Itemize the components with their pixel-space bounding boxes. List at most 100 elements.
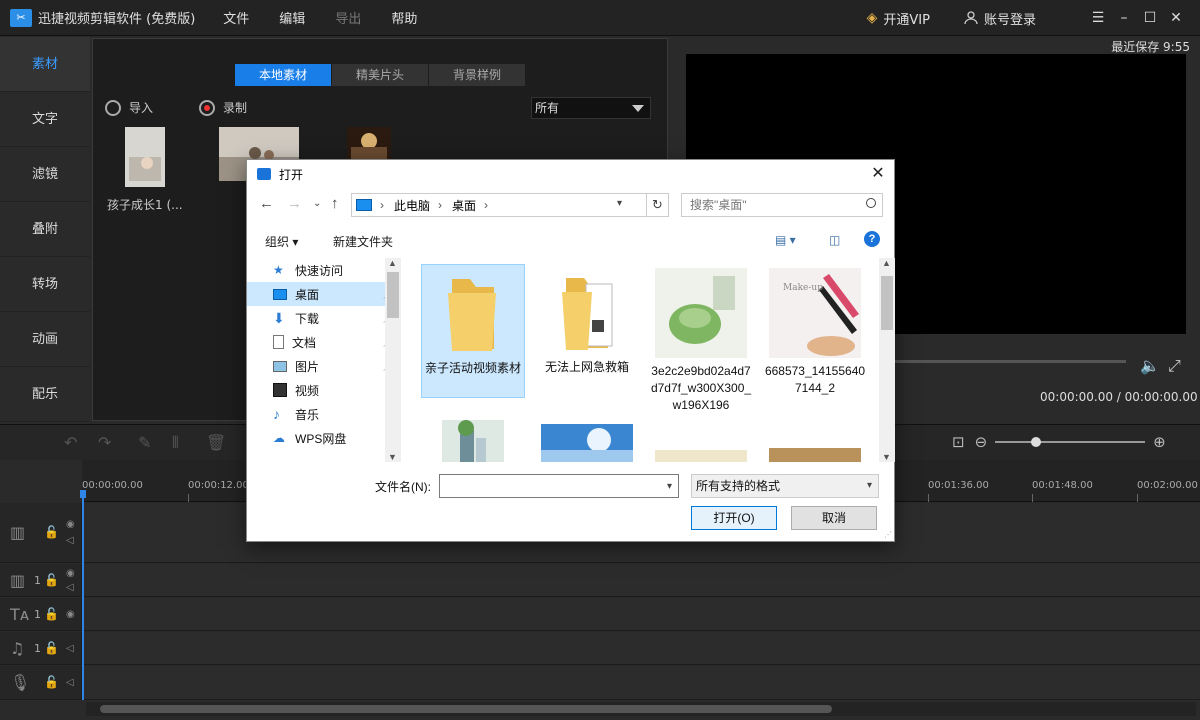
file-item[interactable]: 3e2c2e9bd02a4d7d7d7f_w300X300_w196X196: [649, 264, 753, 416]
scroll-down-icon[interactable]: ▼: [882, 452, 891, 462]
nav-documents[interactable]: 文档 📌: [247, 330, 401, 354]
track-voice[interactable]: 🎙 🔓 ◁: [0, 666, 1200, 700]
nav-scrollbar[interactable]: ▲ ▼: [385, 258, 401, 462]
recent-dropdown-icon[interactable]: ⌄: [313, 198, 321, 209]
close-icon[interactable]: ✕: [868, 164, 888, 184]
nav-downloads[interactable]: ⬇ 下载 📌: [247, 306, 401, 330]
lock-icon[interactable]: 🔓: [44, 607, 59, 621]
nav-item-transition[interactable]: 转场: [0, 257, 90, 312]
chevron-down-icon[interactable]: ▾: [617, 198, 622, 209]
help-icon[interactable]: ?: [864, 231, 880, 247]
breadcrumb-this-pc[interactable]: 此电脑: [394, 197, 430, 214]
filename-input[interactable]: ▾: [439, 474, 679, 498]
search-input[interactable]: 搜索"桌面": [681, 193, 883, 217]
lock-icon[interactable]: 🔓: [44, 573, 59, 587]
file-item[interactable]: [649, 450, 753, 462]
tab-local-material[interactable]: 本地素材: [235, 64, 331, 86]
redo-icon[interactable]: ↷: [98, 433, 111, 452]
zoom-slider[interactable]: [995, 437, 1146, 447]
maximize-icon[interactable]: ☐: [1138, 10, 1162, 26]
playhead[interactable]: [82, 492, 84, 700]
speaker-icon[interactable]: ◁: [66, 643, 74, 654]
forward-icon[interactable]: →: [287, 195, 302, 212]
file-item[interactable]: Make-up 668573_141556407144_2: [763, 264, 867, 398]
menu-lines-icon[interactable]: ☰: [1086, 10, 1110, 26]
timeline-scrollbar-thumb[interactable]: [100, 705, 832, 713]
lock-icon[interactable]: 🔓: [44, 675, 59, 689]
eye-icon[interactable]: ◉: [66, 609, 75, 620]
preview-pane-icon[interactable]: ◫: [829, 233, 840, 247]
lock-icon[interactable]: 🔓: [44, 641, 59, 655]
media-filter-select[interactable]: 所有: [531, 97, 651, 119]
file-item[interactable]: 亲子活动视频素材: [421, 264, 525, 398]
menu-file[interactable]: 文件: [223, 8, 249, 27]
nav-scrollbar-thumb[interactable]: [387, 272, 399, 318]
record-button[interactable]: 录制: [199, 99, 247, 116]
tab-intros[interactable]: 精美片头: [332, 64, 428, 86]
nav-item-text[interactable]: 文字: [0, 92, 90, 147]
organize-button[interactable]: 组织 ▾: [265, 233, 298, 250]
edit-icon[interactable]: ✎: [138, 433, 151, 452]
file-item[interactable]: [763, 448, 867, 462]
eye-icon[interactable]: ◉: [66, 519, 75, 530]
resize-grip-icon[interactable]: ⋰: [884, 530, 892, 539]
open-button[interactable]: 打开(O): [691, 506, 777, 530]
nav-videos[interactable]: 视频: [247, 378, 401, 402]
file-list-scrollbar-thumb[interactable]: [881, 276, 893, 330]
zoom-slider-knob[interactable]: [1031, 437, 1042, 447]
nav-item-music[interactable]: 配乐: [0, 367, 90, 422]
new-folder-button[interactable]: 新建文件夹: [333, 233, 393, 250]
nav-wps-cloud[interactable]: ☁ WPS网盘: [247, 426, 401, 450]
file-item[interactable]: 无法上网急救箱: [535, 264, 639, 398]
cancel-button[interactable]: 取消: [791, 506, 877, 530]
nav-music[interactable]: ♪ 音乐: [247, 402, 401, 426]
scroll-up-icon[interactable]: ▲: [388, 258, 397, 268]
chevron-down-icon[interactable]: ▾: [667, 481, 672, 492]
speaker-icon[interactable]: ◁: [66, 677, 74, 688]
menu-edit[interactable]: 编辑: [279, 8, 305, 27]
tab-backgrounds[interactable]: 背景样例: [429, 64, 525, 86]
media-item[interactable]: 孩子成长1 (...: [107, 127, 183, 213]
address-bar[interactable]: › 此电脑 › 桌面 › ▾: [351, 193, 647, 217]
delete-icon[interactable]: 🗑: [206, 433, 226, 452]
timeline-scrollbar[interactable]: [86, 702, 1196, 716]
back-icon[interactable]: ←: [259, 195, 274, 212]
refresh-icon[interactable]: ↻: [647, 193, 669, 217]
nav-desktop[interactable]: 桌面 📌: [247, 282, 401, 306]
file-list-scrollbar[interactable]: ▲ ▼: [879, 258, 895, 462]
file-item[interactable]: [535, 424, 639, 462]
zoom-in-icon[interactable]: ⊕: [1153, 433, 1166, 451]
zoom-out-icon[interactable]: ⊖: [975, 433, 988, 451]
volume-icon[interactable]: 🔈: [1140, 356, 1160, 375]
nav-item-animation[interactable]: 动画: [0, 312, 90, 367]
filetype-select[interactable]: 所有支持的格式 ▾: [691, 474, 879, 498]
track-music[interactable]: ♫ 1 🔓 ◁: [0, 632, 1200, 665]
nav-item-material[interactable]: 素材: [0, 37, 90, 92]
breadcrumb-desktop[interactable]: 桌面: [452, 197, 476, 214]
scroll-down-icon[interactable]: ▼: [388, 452, 397, 462]
speaker-icon[interactable]: ◁: [66, 582, 74, 593]
track-text[interactable]: Tᴀ 1 🔓 ◉: [0, 598, 1200, 631]
nav-quick-access[interactable]: ★ 快速访问: [247, 258, 401, 282]
fullscreen-icon[interactable]: ⤢: [1168, 356, 1181, 376]
undo-icon[interactable]: ↶: [64, 433, 77, 452]
eye-icon[interactable]: ◉: [66, 568, 75, 579]
login-button[interactable]: 账号登录: [964, 9, 1036, 28]
view-options-icon[interactable]: ▤ ▾: [775, 233, 796, 247]
menu-help[interactable]: 帮助: [391, 8, 417, 27]
close-icon[interactable]: ✕: [1164, 10, 1188, 26]
import-button[interactable]: 导入: [105, 99, 153, 116]
speaker-icon[interactable]: ◁: [66, 535, 74, 546]
nav-item-overlay[interactable]: 叠附: [0, 202, 90, 257]
nav-pictures[interactable]: 图片 📌: [247, 354, 401, 378]
nav-item-filter[interactable]: 滤镜: [0, 147, 90, 202]
split-icon[interactable]: ⫴: [172, 433, 179, 453]
playhead-handle[interactable]: [80, 490, 86, 498]
file-item[interactable]: [421, 416, 525, 462]
fit-icon[interactable]: ⊡: [952, 433, 965, 451]
vip-button[interactable]: ◈ 开通VIP: [867, 9, 930, 28]
minimize-icon[interactable]: –: [1112, 10, 1136, 26]
track-video[interactable]: ▥ 1 🔓 ◉ ◁: [0, 564, 1200, 597]
lock-icon[interactable]: 🔓: [44, 525, 59, 539]
up-icon[interactable]: ↑: [331, 195, 339, 212]
